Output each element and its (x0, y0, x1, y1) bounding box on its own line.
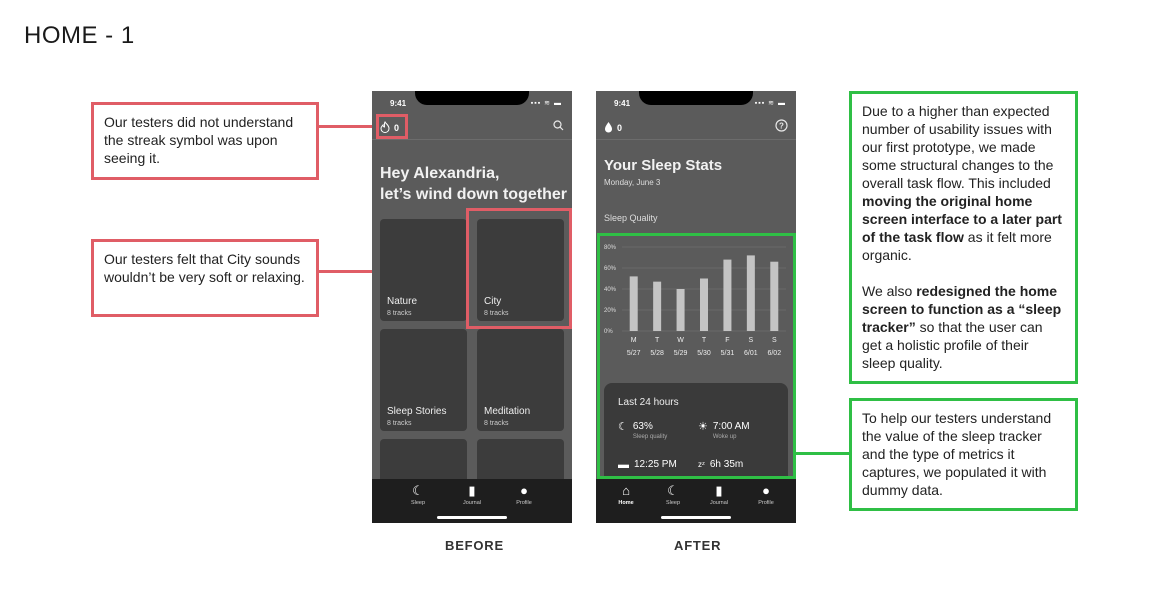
profile-icon: ● (762, 483, 770, 498)
tab-journal[interactable]: ▮ Journal (452, 483, 492, 506)
note-city: Our testers felt that City sounds wouldn… (91, 239, 319, 317)
note-streak-text: Our testers did not understand the strea… (104, 114, 294, 166)
highlight-sleep-tracker (597, 233, 796, 479)
category-card-meditation[interactable]: Meditation 8 tracks (477, 329, 564, 431)
page-title: HOME - 1 (24, 22, 135, 49)
tab-home[interactable]: ⌂ Home (606, 483, 646, 506)
moon-icon: ☾ (667, 483, 679, 498)
sleep-stats-date: Monday, June 3 (604, 178, 661, 187)
note-redesign: Due to a higher than expected number of … (849, 91, 1078, 384)
notch (639, 91, 753, 105)
note-redesign-p1: Due to a higher than expected number of … (862, 103, 1062, 263)
greeting: Hey Alexandria, let’s wind down together (380, 165, 567, 203)
notch (415, 91, 529, 105)
streak-count: 0 (617, 123, 623, 133)
header-divider (596, 139, 796, 140)
moon-icon: ☾ (412, 483, 424, 498)
highlight-streak (376, 114, 408, 139)
drop-icon (604, 121, 613, 135)
note-redesign-p2: We also redesigned the home screen to fu… (862, 283, 1062, 371)
home-icon: ⌂ (622, 483, 630, 498)
tab-bar: ⌂ Home ☾ Sleep ▮ Journal ● Profile (596, 479, 796, 523)
caption-before: BEFORE (445, 538, 504, 553)
status-time: 9:41 (390, 99, 407, 108)
category-card-sleep-stories[interactable]: Sleep Stories 8 tracks (380, 329, 467, 431)
sleep-quality-label: Sleep Quality (604, 213, 658, 223)
note-streak: Our testers did not understand the strea… (91, 102, 319, 180)
status-icons: ▪▪▪ ≋ ▬ (754, 100, 786, 107)
tab-bar: ☾ Sleep ▮ Journal ● Profile (372, 479, 572, 523)
header-divider (372, 139, 572, 140)
tab-journal[interactable]: ▮ Journal (699, 483, 739, 506)
help-icon[interactable]: ? (775, 119, 788, 135)
streak-indicator[interactable]: 0 (604, 121, 622, 135)
journal-icon: ▮ (715, 483, 723, 498)
connector-streak (319, 125, 377, 128)
sleep-stats-title: Your Sleep Stats (604, 157, 723, 174)
note-tracker-text: To help our testers understand the value… (862, 410, 1052, 498)
svg-text:?: ? (779, 122, 784, 131)
tab-profile[interactable]: ● Profile (504, 483, 544, 506)
profile-icon: ● (520, 483, 528, 498)
category-card-nature[interactable]: Nature 8 tracks (380, 219, 467, 321)
highlight-city (466, 208, 572, 329)
status-icons: ▪▪▪ ≋ ▬ (530, 100, 562, 107)
journal-icon: ▮ (468, 483, 476, 498)
note-city-text: Our testers felt that City sounds wouldn… (104, 251, 305, 285)
status-time: 9:41 (614, 99, 631, 108)
caption-after: AFTER (674, 538, 722, 553)
note-tracker: To help our testers understand the value… (849, 398, 1078, 511)
search-icon[interactable] (553, 120, 564, 134)
tab-sleep[interactable]: ☾ Sleep (653, 483, 693, 506)
tab-profile[interactable]: ● Profile (746, 483, 786, 506)
tab-sleep[interactable]: ☾ Sleep (398, 483, 438, 506)
home-indicator (661, 516, 731, 519)
home-indicator (437, 516, 507, 519)
connector-tracker (796, 452, 849, 455)
